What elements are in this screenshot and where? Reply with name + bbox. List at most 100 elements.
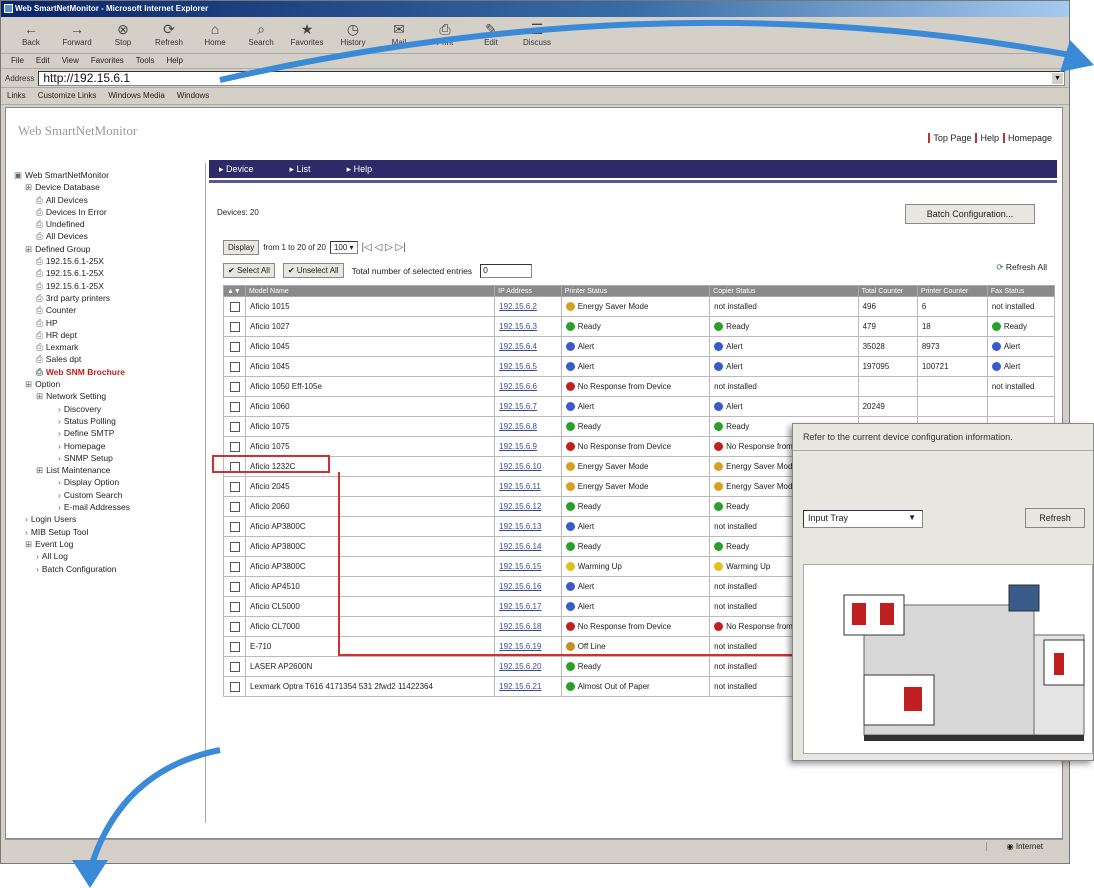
- display-button[interactable]: Display: [223, 240, 260, 255]
- ip-address-cell[interactable]: 192.15.6.20: [494, 656, 562, 677]
- column-header[interactable]: Model Name: [244, 285, 496, 297]
- unselect-all-button[interactable]: ✔ Unselect All: [282, 263, 344, 278]
- ip-address-cell[interactable]: 192.15.6.16: [494, 576, 562, 597]
- popup-refresh-button[interactable]: Refresh: [1025, 508, 1085, 528]
- tree-item[interactable]: ⊞ Option: [14, 378, 205, 390]
- row-checkbox[interactable]: [229, 361, 240, 372]
- ip-address-cell[interactable]: 192.15.6.3: [494, 316, 562, 337]
- menu-item-favorites[interactable]: Favorites: [91, 56, 124, 67]
- tree-item[interactable]: ⎙ Web SNM Brochure: [14, 366, 205, 378]
- ip-address-cell[interactable]: 192.15.6.7: [494, 396, 562, 417]
- row-checkbox[interactable]: [229, 601, 240, 612]
- page-size-select[interactable]: 100 ▾: [329, 241, 358, 254]
- row-checkbox[interactable]: [229, 421, 240, 432]
- top-link-homepage[interactable]: Homepage: [1002, 133, 1052, 143]
- tree-item[interactable]: ⎙ All Devices: [14, 194, 205, 206]
- tree-item[interactable]: ⎙ All Devices: [14, 230, 205, 242]
- row-checkbox[interactable]: [229, 301, 240, 312]
- row-checkbox[interactable]: [229, 681, 240, 692]
- menu-item-file[interactable]: File: [11, 56, 24, 67]
- tree-item[interactable]: › Display Option: [14, 476, 205, 488]
- tree-item[interactable]: ⎙ 192.15.6.1-25X: [14, 267, 205, 279]
- nav-tab[interactable]: ▸ Help: [347, 160, 373, 178]
- row-checkbox[interactable]: [229, 521, 240, 532]
- tree-item[interactable]: ⎙ Lexmark: [14, 341, 205, 353]
- toolbar-button-stop[interactable]: ⊗ Stop: [101, 20, 145, 52]
- ip-address-cell[interactable]: 192.15.6.11: [494, 476, 562, 497]
- column-header[interactable]: Copier Status: [709, 285, 859, 297]
- row-checkbox[interactable]: [229, 641, 240, 652]
- tree-item[interactable]: ⊞ Device Database: [14, 181, 205, 193]
- menu-item-edit[interactable]: Edit: [36, 56, 50, 67]
- ip-address-cell[interactable]: 192.15.6.2: [494, 296, 562, 317]
- tree-item[interactable]: › Status Polling: [14, 415, 205, 427]
- ip-address-cell[interactable]: 192.15.6.8: [494, 416, 562, 437]
- column-header[interactable]: Printer Counter: [916, 285, 988, 297]
- ip-address-cell[interactable]: 192.15.6.5: [494, 356, 562, 377]
- refresh-all-button[interactable]: ⟳ Refresh All: [996, 262, 1047, 273]
- tree-item[interactable]: ⊞ Network Setting: [14, 390, 205, 402]
- tree-item[interactable]: › Login Users: [14, 513, 205, 525]
- tree-item[interactable]: › Custom Search: [14, 489, 205, 501]
- nav-tab[interactable]: ▸ Device: [219, 160, 254, 178]
- ip-address-cell[interactable]: 192.15.6.4: [494, 336, 562, 357]
- tree-item[interactable]: ⎙ Undefined: [14, 218, 205, 230]
- column-header-select[interactable]: ▲▼: [223, 285, 246, 297]
- menu-item-tools[interactable]: Tools: [136, 56, 155, 67]
- tree-item[interactable]: ▣ Web SmartNetMonitor: [14, 169, 205, 181]
- tree-item[interactable]: › All Log: [14, 550, 205, 562]
- menu-item-view[interactable]: View: [62, 56, 79, 67]
- ip-address-cell[interactable]: 192.15.6.14: [494, 536, 562, 557]
- row-checkbox[interactable]: [229, 541, 240, 552]
- tree-item[interactable]: ⎙ 192.15.6.1-25X: [14, 255, 205, 267]
- ip-address-cell[interactable]: 192.15.6.13: [494, 516, 562, 537]
- column-header[interactable]: Printer Status: [560, 285, 711, 297]
- tree-item[interactable]: ⎙ Devices In Error: [14, 206, 205, 218]
- tree-item[interactable]: ⎙ 192.15.6.1-25X: [14, 280, 205, 292]
- ip-address-cell[interactable]: 192.15.6.6: [494, 376, 562, 397]
- nav-tab[interactable]: ▸ List: [290, 160, 311, 178]
- toolbar-button-refresh[interactable]: ⟳ Refresh: [147, 20, 191, 52]
- menu-item-help[interactable]: Help: [166, 56, 182, 67]
- row-checkbox[interactable]: [229, 581, 240, 592]
- toolbar-button-forward[interactable]: → Forward: [55, 20, 99, 52]
- row-checkbox[interactable]: [229, 561, 240, 572]
- link-item[interactable]: Customize Links: [38, 91, 97, 102]
- ip-address-cell[interactable]: 192.15.6.17: [494, 596, 562, 617]
- row-checkbox[interactable]: [229, 501, 240, 512]
- row-checkbox[interactable]: [229, 621, 240, 632]
- input-tray-select[interactable]: Input Tray ▼: [803, 510, 923, 528]
- column-header[interactable]: IP Address: [494, 285, 562, 297]
- ip-address-cell[interactable]: 192.15.6.12: [494, 496, 562, 517]
- total-selected-field[interactable]: 0: [480, 263, 533, 278]
- tree-item[interactable]: ⊞ Event Log: [14, 538, 205, 550]
- top-link-help[interactable]: Help: [975, 133, 999, 143]
- tree-item[interactable]: › Homepage: [14, 440, 205, 452]
- tree-item[interactable]: ⎙ HR dept: [14, 329, 205, 341]
- row-checkbox[interactable]: [229, 661, 240, 672]
- tree-item[interactable]: › Batch Configuration: [14, 563, 205, 575]
- row-checkbox[interactable]: [229, 441, 240, 452]
- batch-configuration-button[interactable]: Batch Configuration...: [905, 204, 1035, 224]
- tree-item[interactable]: › SNMP Setup: [14, 452, 205, 464]
- tree-item[interactable]: ⎙ HP: [14, 317, 205, 329]
- tree-item[interactable]: ⊞ Defined Group: [14, 243, 205, 255]
- link-item[interactable]: Windows Media: [108, 91, 164, 102]
- column-header[interactable]: Fax Status: [986, 285, 1056, 297]
- row-checkbox[interactable]: [229, 481, 240, 492]
- tree-item[interactable]: › Define SMTP: [14, 427, 205, 439]
- tree-item[interactable]: ⊞ List Maintenance: [14, 464, 205, 476]
- tree-item[interactable]: ⎙ Counter: [14, 304, 205, 316]
- tree-item[interactable]: ⎙ 3rd party printers: [14, 292, 205, 304]
- row-checkbox[interactable]: [229, 381, 240, 392]
- link-item[interactable]: Windows: [177, 91, 209, 102]
- ip-address-cell[interactable]: 192.15.6.21: [494, 676, 562, 697]
- top-link-top-page[interactable]: Top Page: [928, 133, 971, 143]
- row-checkbox[interactable]: [229, 401, 240, 412]
- ip-address-cell[interactable]: 192.15.6.18: [494, 616, 562, 637]
- row-checkbox[interactable]: [229, 321, 240, 332]
- row-checkbox[interactable]: [229, 341, 240, 352]
- select-all-button[interactable]: ✔ Select All: [223, 263, 275, 278]
- toolbar-button-back[interactable]: ← Back: [9, 20, 53, 52]
- ip-address-cell[interactable]: 192.15.6.10: [494, 456, 562, 477]
